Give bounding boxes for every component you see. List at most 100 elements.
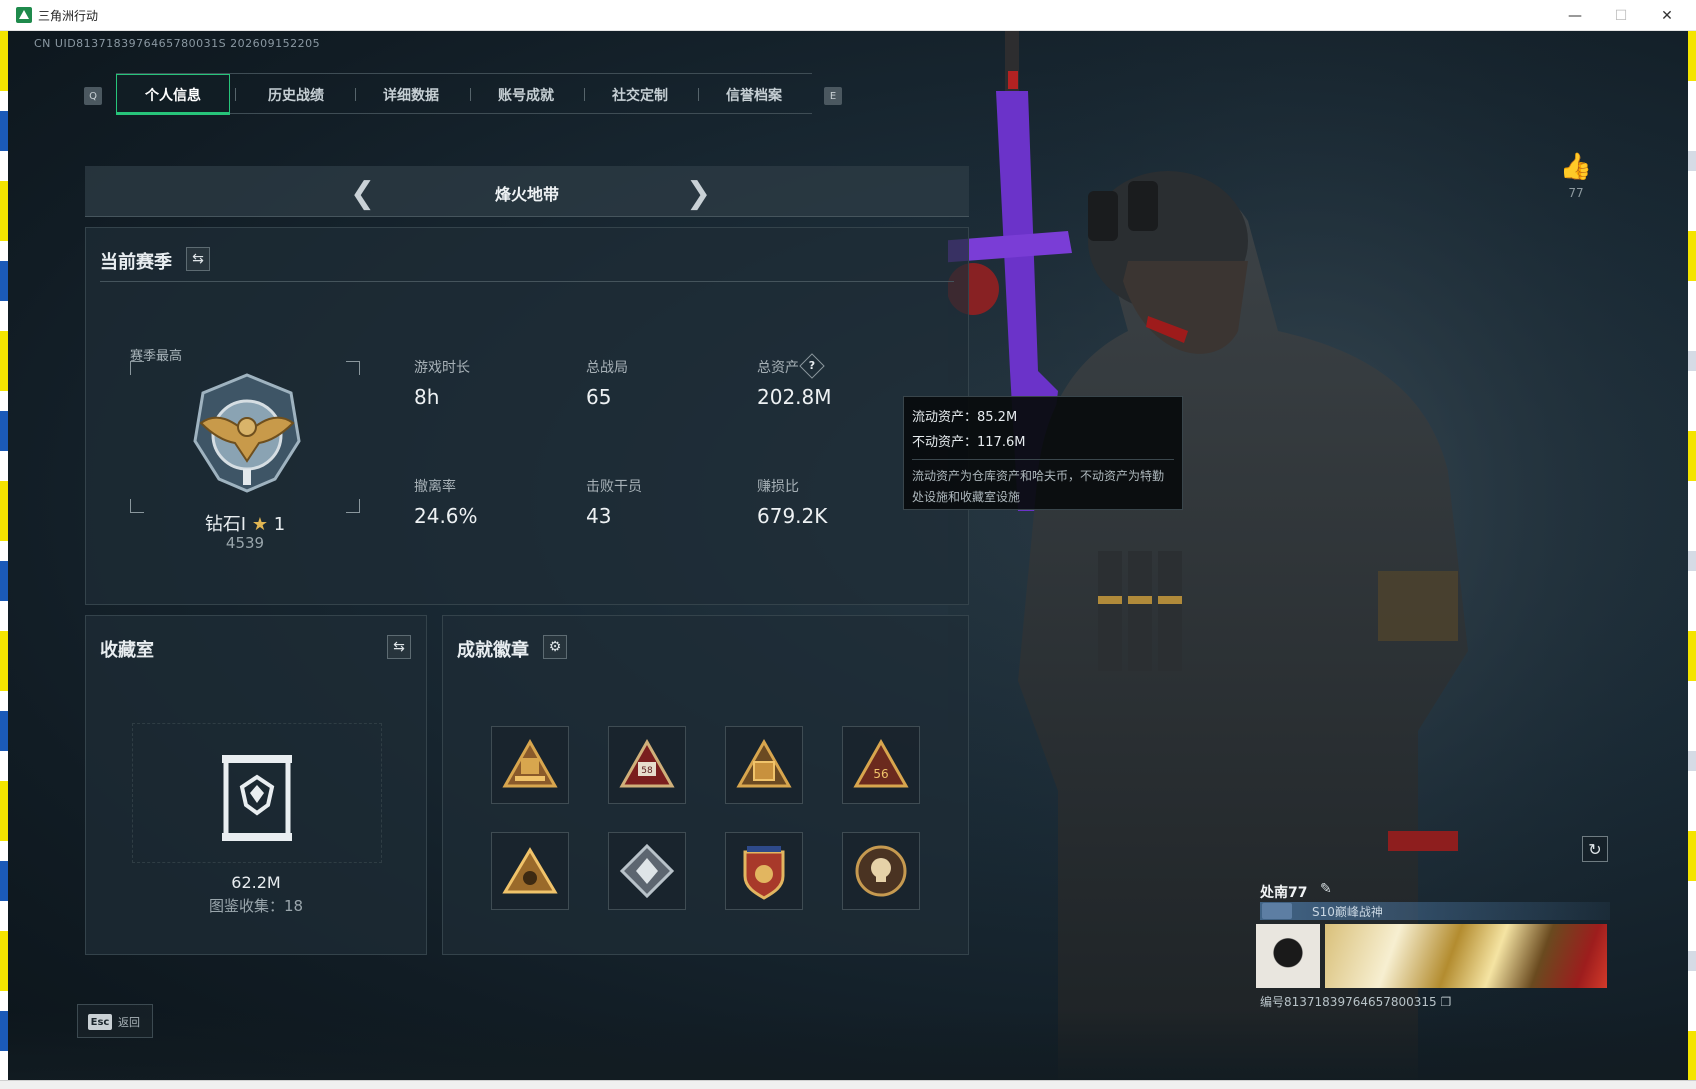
- badge-56-icon[interactable]: 56: [842, 726, 920, 804]
- title-emblem-icon: [1262, 903, 1292, 919]
- tab-achievements[interactable]: 账号成就: [469, 74, 583, 115]
- badge-number: 56: [873, 767, 888, 781]
- collection-count: 图鉴收集：18: [208, 897, 304, 915]
- player-title: S10巅峰战神: [1312, 905, 1383, 919]
- background-window-edge-right: [1688, 31, 1696, 1089]
- stat-value: 65: [586, 385, 612, 409]
- stat-label-text: 总资产: [757, 360, 799, 376]
- chevron-right-icon[interactable]: ❯: [686, 176, 711, 211]
- badge-tier-gold-icon[interactable]: [491, 726, 569, 804]
- bottom-gradient: [8, 1011, 1688, 1080]
- close-button[interactable]: ✕: [1644, 0, 1690, 31]
- rank-name: 钻石I ★ 1: [130, 510, 360, 536]
- tooltip-divider: [912, 459, 1174, 460]
- collection-vault-icon: [222, 755, 292, 841]
- tab-personal-info[interactable]: 个人信息: [116, 74, 230, 115]
- rank-frame: [130, 361, 360, 513]
- app-logo-icon: [16, 7, 32, 23]
- badge-number: 58: [641, 766, 653, 776]
- background-window-edge-left: [0, 31, 8, 1089]
- swap-season-icon[interactable]: ⇆: [186, 247, 210, 271]
- swap-collection-icon[interactable]: ⇆: [387, 635, 411, 659]
- avatar[interactable]: [1256, 924, 1320, 988]
- stat-operators-defeated: 击败干员 43: [586, 476, 642, 528]
- player-serial: 编号81371839764657800315 ❐: [1260, 993, 1451, 1010]
- stat-label: 赚损比: [757, 479, 799, 495]
- rank-star-count: 1: [273, 514, 286, 535]
- frame-corner: [346, 361, 360, 375]
- maximize-button[interactable]: ☐: [1598, 0, 1644, 31]
- diamond-rank-emblem-icon: [193, 373, 301, 493]
- gear-icon[interactable]: ⚙: [543, 635, 567, 659]
- stat-label: 击败干员: [586, 479, 642, 495]
- stat-label: 游戏时长: [414, 360, 470, 376]
- tab-divider: [235, 88, 236, 101]
- tooltip-description: 流动资产为仓库资产和哈夫币，不动资产为特勤处设施和收藏室设施: [912, 469, 1165, 504]
- tooltip-liquid-assets: 流动资产：85.2M: [912, 410, 1018, 425]
- help-glyph: ?: [808, 359, 816, 372]
- stat-value: 43: [586, 504, 612, 528]
- window-titlebar: 三角洲行动 — ☐ ✕: [0, 0, 1696, 31]
- edit-name-icon[interactable]: ✎: [1320, 881, 1332, 897]
- assets-tooltip: 流动资产：85.2M 不动资产：117.6M 流动资产为仓库资产和哈夫币，不动资…: [903, 396, 1183, 510]
- help-icon[interactable]: ?: [799, 353, 825, 379]
- thumbs-up-icon[interactable]: 👍: [1556, 152, 1596, 182]
- main-tab-bar: Q 个人信息 历史战绩 详细数据 账号成就 社交定制 信誉档案 E: [76, 73, 844, 119]
- stat-label: 总资产?: [757, 353, 832, 379]
- achievement-badges-panel: 成就徽章 ⚙ 58 56: [442, 615, 969, 955]
- stat-value: 24.6%: [414, 504, 478, 528]
- player-banner: [1325, 924, 1607, 988]
- back-button[interactable]: Esc 返回: [77, 1004, 153, 1038]
- rank-score: 4539: [225, 534, 265, 552]
- stat-play-time: 游戏时长 8h: [414, 357, 470, 409]
- rank-tier: 钻石I: [204, 514, 247, 535]
- stat-label: 撤离率: [414, 479, 456, 495]
- badge-shield-stars-icon[interactable]: [725, 832, 803, 910]
- uid-label: CN UID8137183976465780031S 202609152205: [34, 37, 321, 50]
- copy-icon[interactable]: ❐: [1441, 995, 1452, 1009]
- tooltip-fixed-assets: 不动资产：117.6M: [912, 435, 1026, 450]
- stat-value: 8h: [414, 385, 440, 409]
- like-count: 77: [1568, 186, 1584, 200]
- current-season-panel: 当前赛季 ⇆ 赛季最高 钻石I ★ 1 4539 游戏时长 8h 总战局 65 …: [85, 227, 969, 605]
- badge-triangle-eye-icon[interactable]: [491, 832, 569, 910]
- back-label: 返回: [118, 1016, 140, 1029]
- serial-text: 编号81371839764657800315: [1260, 995, 1437, 1009]
- collection-room-panel[interactable]: 收藏室 ⇆ 62.2M 图鉴收集：18: [85, 615, 427, 955]
- star-icon: ★: [251, 514, 268, 535]
- player-card[interactable]: 处南77 ✎ S10巅峰战神 编号81371839764657800315 ❐: [1256, 878, 1610, 1013]
- background-window-edge-bottom: [0, 1080, 1696, 1089]
- stat-total-assets: 总资产? 202.8M: [757, 353, 832, 409]
- stat-profit-loss-ratio: 赚损比 679.2K: [757, 476, 827, 528]
- tab-social-custom[interactable]: 社交定制: [583, 74, 697, 115]
- mode-name: 烽火地带: [494, 185, 559, 204]
- badge-triangle-crate-icon[interactable]: [725, 726, 803, 804]
- badge-diamond-icon[interactable]: [608, 832, 686, 910]
- collection-title: 收藏室: [100, 640, 154, 661]
- refresh-icon[interactable]: ↻: [1582, 836, 1608, 862]
- tab-credit-record[interactable]: 信誉档案: [697, 74, 811, 115]
- tab-detailed-data[interactable]: 详细数据: [354, 74, 468, 115]
- mode-selector: ❮ 烽火地带 ❯: [85, 166, 969, 217]
- esc-key-hint: Esc: [88, 1014, 112, 1030]
- badge-58-icon[interactable]: 58: [608, 726, 686, 804]
- badge-skull-icon[interactable]: [842, 832, 920, 910]
- tab-prev-key-hint[interactable]: Q: [84, 87, 102, 105]
- player-title-bar: S10巅峰战神: [1260, 902, 1610, 920]
- stat-total-matches: 总战局 65: [586, 357, 628, 409]
- tab-match-history[interactable]: 历史战绩: [239, 74, 353, 115]
- player-name: 处南77: [1260, 885, 1308, 901]
- stat-value: 679.2K: [757, 504, 828, 528]
- like-widget[interactable]: 👍 77: [1556, 152, 1596, 200]
- collection-value: 62.2M: [231, 873, 281, 892]
- window-title: 三角洲行动: [38, 9, 99, 23]
- badges-title: 成就徽章: [457, 640, 529, 661]
- game-viewport: CN UID8137183976465780031S 202609152205: [8, 31, 1688, 1080]
- tab-next-key-hint[interactable]: E: [824, 87, 842, 105]
- stat-extraction-rate: 撤离率 24.6%: [414, 476, 478, 528]
- tab-strip: 个人信息 历史战绩 详细数据 账号成就 社交定制 信誉档案: [116, 73, 812, 115]
- stat-value: 202.8M: [757, 385, 832, 409]
- minimize-button[interactable]: —: [1552, 0, 1598, 31]
- section-divider: [100, 281, 954, 282]
- stat-label: 总战局: [586, 360, 628, 376]
